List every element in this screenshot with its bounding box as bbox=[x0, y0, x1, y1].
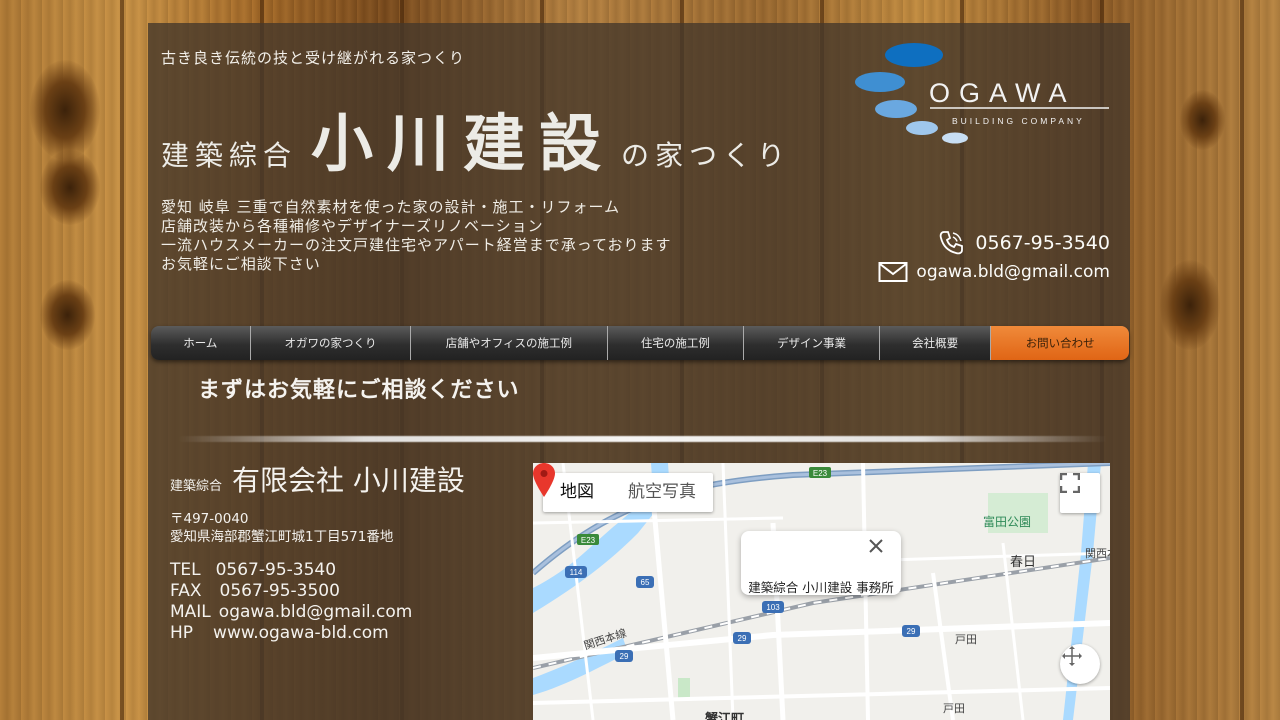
site-title-name: 小川建設 bbox=[311, 107, 616, 180]
phone-icon bbox=[940, 231, 964, 255]
mail-icon bbox=[878, 262, 908, 282]
map-label-kasuga: 春日 bbox=[1010, 555, 1037, 570]
header-phone-number: 0567-95-3540 bbox=[975, 232, 1110, 254]
map-label-toda: 戸田 bbox=[955, 633, 977, 646]
company-logo[interactable]: OGAWA BUILDING COMPANY bbox=[854, 42, 1114, 152]
tel-number[interactable]: 0567-95-3540 bbox=[216, 560, 336, 580]
nav-house-examples[interactable]: 住宅の施工例 bbox=[608, 326, 745, 360]
map-label-kansai: 関西本 bbox=[1085, 547, 1110, 560]
header-phone[interactable]: 0567-95-3540 bbox=[937, 229, 1110, 257]
info-window-text: 建築綜合 小川建設 事務所 bbox=[748, 580, 894, 595]
map-label-toda-station: 戸田 bbox=[943, 702, 965, 715]
route-e23-label: E23 bbox=[813, 469, 828, 478]
close-icon bbox=[869, 539, 883, 553]
wood-knot bbox=[40, 150, 100, 225]
tagline: 古き良き伝統の技と受け継がれる家つくり bbox=[161, 49, 466, 67]
fax-row: FAX 0567-95-3500 bbox=[170, 581, 340, 601]
heading-divider bbox=[178, 436, 1108, 442]
route-103-label: 103 bbox=[766, 603, 780, 612]
route-29b-label: 29 bbox=[620, 652, 629, 661]
pan-control-button[interactable] bbox=[1060, 644, 1100, 684]
intro-line: 店舗改装から各種補修やデザイナーズリノベーション bbox=[161, 217, 544, 235]
company-info: 建築綜合 有限会社 小川建設 〒497-0040 愛知県海部郡蟹江町城1丁目571… bbox=[170, 459, 465, 643]
header-email-address: ogawa.bld@gmail.com bbox=[916, 262, 1110, 282]
hp-url[interactable]: www.ogawa-bld.com bbox=[213, 623, 389, 643]
site-title: 建築綜合 小川建設 の家つくり bbox=[161, 93, 791, 183]
route-114-label: 114 bbox=[570, 568, 583, 577]
nav-design[interactable]: デザイン事業 bbox=[744, 326, 880, 360]
fax-number: 0567-95-3500 bbox=[219, 581, 340, 601]
nav-store-office-examples[interactable]: 店舗やオフィスの施工例 bbox=[411, 326, 608, 360]
intro-line: 一流ハウスメーカーの注文戸建住宅やアパート経営まで承っております bbox=[161, 236, 672, 254]
mail-label: MAIL bbox=[170, 602, 211, 622]
hp-label: HP bbox=[170, 623, 194, 643]
map-marker-icon[interactable] bbox=[533, 463, 555, 497]
fax-label: FAX bbox=[170, 581, 202, 601]
wood-knot bbox=[1180, 90, 1225, 150]
route-e23b-label: E23 bbox=[581, 536, 596, 545]
company-name: 有限会社 小川建設 bbox=[232, 464, 465, 497]
logo-text: OGAWA bbox=[929, 78, 1076, 108]
main-nav: ホーム オガワの家つくり 店舗やオフィスの施工例 住宅の施工例 デザイン事業 会… bbox=[151, 326, 1129, 360]
nav-contact[interactable]: お問い合わせ bbox=[991, 326, 1129, 360]
mail-row: MAIL ogawa.bld@gmail.com bbox=[170, 602, 412, 622]
google-map[interactable]: E23 E23 114 65 103 29 29 29 富田公園 春日 関西本 … bbox=[533, 463, 1110, 720]
fullscreen-button[interactable] bbox=[1060, 473, 1100, 513]
map-label-kanie: 蟹江町 bbox=[705, 712, 745, 720]
map-info-window: 建築綜合 小川建設 事務所 bbox=[741, 531, 901, 595]
route-29a-label: 29 bbox=[738, 634, 747, 643]
wood-knot bbox=[30, 60, 100, 160]
intro-text: 愛知 岐阜 三重で自然素材を使った家の設計・施工・リフォーム 店舗改装から各種補… bbox=[161, 198, 672, 274]
tel-label: TEL bbox=[170, 560, 201, 580]
info-window-close-button[interactable] bbox=[869, 539, 893, 563]
wood-knot bbox=[40, 280, 95, 350]
map-type-satellite-button[interactable]: 航空写真 bbox=[611, 473, 713, 512]
main-panel: 古き良き伝統の技と受け継がれる家つくり 建築綜合 小川建設 の家つくり OGAWA … bbox=[148, 23, 1130, 720]
hp-row: HP www.ogawa-bld.com bbox=[170, 623, 389, 643]
map-label-park: 富田公園 bbox=[983, 515, 1032, 529]
address: 愛知県海部郡蟹江町城1丁目571番地 bbox=[170, 529, 394, 545]
tel-row: TEL 0567-95-3540 bbox=[170, 560, 336, 580]
fullscreen-icon bbox=[1060, 473, 1080, 493]
map-type-control: 地図 航空写真 bbox=[543, 473, 713, 512]
nav-home[interactable]: ホーム bbox=[151, 326, 251, 360]
pan-arrows-icon bbox=[1062, 646, 1082, 666]
nav-ogawa-house[interactable]: オガワの家つくり bbox=[251, 326, 412, 360]
route-29c-label: 29 bbox=[907, 627, 916, 636]
postal-code: 〒497-0040 bbox=[170, 511, 249, 527]
nav-company[interactable]: 会社概要 bbox=[880, 326, 992, 360]
company-prefix: 建築綜合 bbox=[170, 479, 223, 494]
intro-line: 愛知 岐阜 三重で自然素材を使った家の設計・施工・リフォーム bbox=[161, 198, 621, 216]
intro-line: お気軽にご相談下さい bbox=[161, 255, 321, 273]
logo-subtext: BUILDING COMPANY bbox=[952, 116, 1085, 126]
route-65-label: 65 bbox=[641, 578, 650, 587]
site-title-prefix: 建築綜合 bbox=[161, 139, 298, 172]
header-email[interactable]: ogawa.bld@gmail.com bbox=[878, 261, 1110, 283]
site-title-suffix: の家つくり bbox=[621, 139, 792, 172]
wood-knot bbox=[1160, 260, 1220, 350]
mail-address[interactable]: ogawa.bld@gmail.com bbox=[219, 602, 413, 622]
section-heading: まずはお気軽にご相談ください bbox=[198, 378, 520, 403]
